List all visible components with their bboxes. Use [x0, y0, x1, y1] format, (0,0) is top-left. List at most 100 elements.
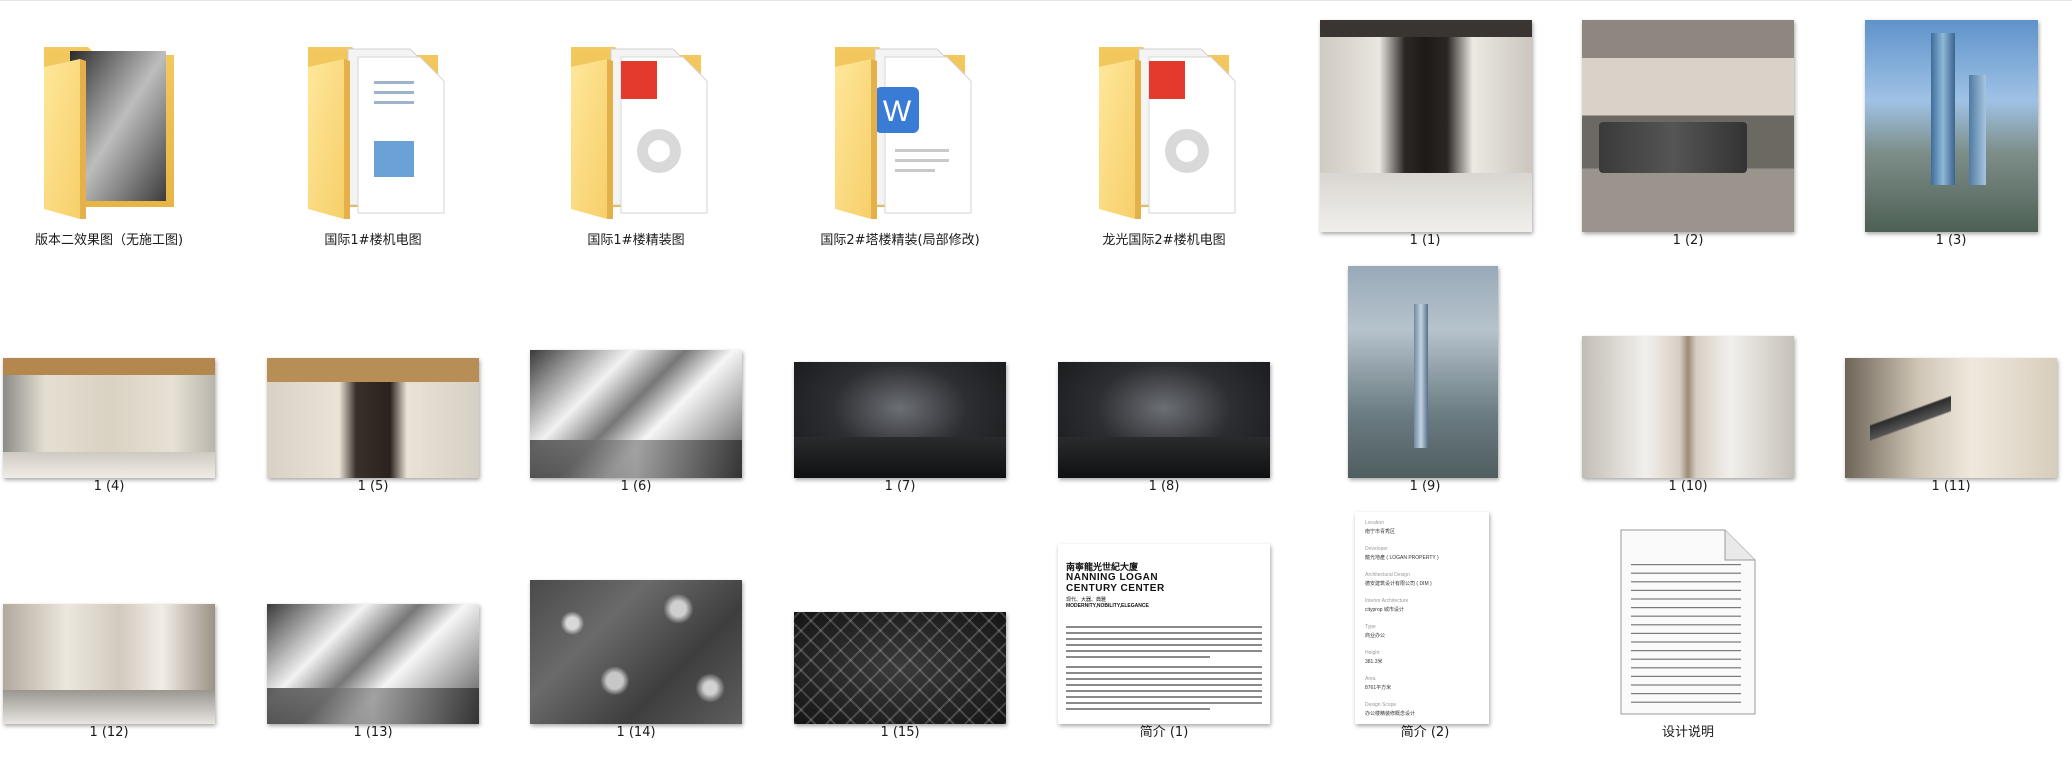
- spec-key: Interior Architecture: [1365, 598, 1409, 604]
- file-name-label: 1 (5): [357, 479, 389, 494]
- image-thumbnail: [530, 350, 742, 478]
- image-thumbnail: [794, 612, 1006, 724]
- doc-text-line: [1066, 666, 1262, 668]
- file-name-label: 1 (2): [1672, 233, 1704, 248]
- image-thumbnail: [3, 358, 215, 478]
- file-item[interactable]: 1 (7): [768, 258, 1032, 497]
- folder-item[interactable]: 国际1#楼机电图: [241, 12, 505, 251]
- file-name-label: 简介 (2): [1400, 725, 1450, 740]
- doc-text-line: [1066, 690, 1262, 692]
- file-name-label: 龙光国际2#楼机电图: [1102, 233, 1226, 248]
- file-item[interactable]: 1 (15): [768, 504, 1032, 743]
- image-thumbnail: [267, 604, 479, 724]
- file-item[interactable]: 1 (8): [1032, 258, 1296, 497]
- spec-value: 德安建筑设计有限公司 ( DIM ): [1365, 581, 1432, 587]
- file-name-label: 设计说明: [1661, 725, 1714, 740]
- doc-text-line: [1066, 656, 1210, 658]
- file-item[interactable]: 1 (3): [1819, 12, 2072, 251]
- file-name-label: 1 (1): [1409, 233, 1441, 248]
- file-item[interactable]: 1 (13): [241, 504, 505, 743]
- spec-key: Architectural Design: [1365, 572, 1410, 578]
- file-name-label: 版本二效果图（无施工图): [34, 233, 184, 248]
- image-thumbnail: [1058, 362, 1270, 478]
- spec-value: cityprop 城市设计: [1365, 607, 1404, 613]
- document-thumbnail: 南寧龍光世紀大廈 NANNING LOGAN CENTURY CENTER 现代、…: [1058, 544, 1270, 724]
- image-thumbnail: [267, 358, 479, 478]
- file-name-label: 1 (13): [353, 725, 393, 740]
- image-thumbnail: [530, 580, 742, 724]
- spec-key: Design Scope: [1365, 702, 1397, 708]
- file-name-label: 1 (11): [1931, 479, 1971, 494]
- file-name-label: 国际1#楼机电图: [324, 233, 422, 248]
- doc-text-line: [1066, 644, 1262, 646]
- text-file-icon: [1615, 524, 1761, 720]
- folder-icon: [0, 20, 241, 232]
- folder-icon: W: [768, 20, 1032, 232]
- file-name-label: 国际1#楼精装图: [587, 233, 685, 248]
- file-item[interactable]: 1 (9): [1293, 258, 1557, 497]
- spec-value: 8761平方米: [1365, 685, 1392, 691]
- file-name-label: 1 (12): [89, 725, 129, 740]
- file-item[interactable]: 南寧龍光世紀大廈 NANNING LOGAN CENTURY CENTER 现代、…: [1032, 504, 1296, 743]
- svg-text:W: W: [883, 95, 912, 128]
- file-name-label: 1 (6): [620, 479, 652, 494]
- doc-title-en: NANNING LOGAN CENTURY CENTER: [1066, 572, 1165, 594]
- image-thumbnail: [1865, 20, 2038, 232]
- spec-value: 龍光地產 ( LOGAN PROPERTY ): [1365, 555, 1439, 561]
- file-name-label: 1 (10): [1668, 479, 1708, 494]
- image-thumbnail: [1582, 20, 1794, 232]
- file-name-label: 1 (15): [880, 725, 920, 740]
- file-item[interactable]: 1 (6): [504, 258, 768, 497]
- file-item[interactable]: 1 (1): [1293, 12, 1557, 251]
- file-item[interactable]: 1 (12): [0, 504, 241, 743]
- spec-value: 商业办公: [1365, 633, 1386, 639]
- image-thumbnail: [3, 604, 215, 724]
- doc-subtitle-cn: 现代、大器、典雅: [1066, 597, 1107, 603]
- file-name-label: 1 (8): [1148, 479, 1180, 494]
- top-divider: [0, 0, 2072, 1]
- file-item[interactable]: 1 (4): [0, 258, 241, 497]
- file-name-label: 1 (9): [1409, 479, 1441, 494]
- file-item[interactable]: Location 南宁市青秀区 Developer 龍光地產 ( LOGAN PROP…: [1293, 504, 1557, 743]
- doc-text-line: [1066, 702, 1262, 704]
- spec-key: Height: [1365, 650, 1380, 656]
- folder-icon: [241, 20, 505, 232]
- image-thumbnail: [1845, 358, 2057, 478]
- folder-item[interactable]: 版本二效果图（无施工图): [0, 12, 241, 251]
- doc-text-line: [1066, 696, 1262, 698]
- doc-text-line: [1066, 626, 1262, 628]
- file-name-label: 简介 (1): [1139, 725, 1189, 740]
- file-item[interactable]: 1 (10): [1556, 258, 1820, 497]
- doc-text-line: [1066, 708, 1210, 710]
- folder-item[interactable]: 国际1#楼精装图: [504, 12, 768, 251]
- file-name-label: 1 (14): [616, 725, 656, 740]
- file-item[interactable]: 设计说明: [1556, 504, 1820, 743]
- file-item[interactable]: 1 (5): [241, 258, 505, 497]
- folder-item[interactable]: 龙光国际2#楼机电图: [1032, 12, 1296, 251]
- file-item[interactable]: 1 (11): [1819, 258, 2072, 497]
- spec-key: Developer: [1365, 546, 1388, 552]
- doc-subtitle-en: MODERNITY,NOBILITY,ELEGANCE: [1066, 603, 1149, 609]
- file-name-label: 1 (7): [884, 479, 916, 494]
- image-thumbnail: [1348, 266, 1498, 478]
- folder-icon: [504, 20, 768, 232]
- folder-icon: [1032, 20, 1296, 232]
- file-item[interactable]: 1 (14): [504, 504, 768, 743]
- doc-text-line: [1066, 678, 1262, 680]
- image-thumbnail: [794, 362, 1006, 478]
- file-name-label: 国际2#塔楼精装(局部修改): [820, 233, 980, 248]
- folder-item[interactable]: W 国际2#塔楼精装(局部修改): [768, 12, 1032, 251]
- spec-key: Area: [1365, 676, 1376, 682]
- doc-text-line: [1066, 638, 1262, 640]
- spec-value: 办公楼精装修概念设计: [1365, 711, 1416, 717]
- spec-key: Location: [1365, 520, 1384, 526]
- file-item[interactable]: 1 (2): [1556, 12, 1820, 251]
- spec-value: 南宁市青秀区: [1365, 529, 1396, 535]
- image-thumbnail: [1582, 336, 1794, 478]
- doc-text-line: [1066, 632, 1262, 634]
- file-name-label: 1 (3): [1935, 233, 1967, 248]
- document-thumbnail: Location 南宁市青秀区 Developer 龍光地產 ( LOGAN PROP…: [1355, 512, 1489, 724]
- spec-key: Type: [1365, 624, 1376, 630]
- file-name-label: 1 (4): [93, 479, 125, 494]
- doc-text-line: [1066, 672, 1262, 674]
